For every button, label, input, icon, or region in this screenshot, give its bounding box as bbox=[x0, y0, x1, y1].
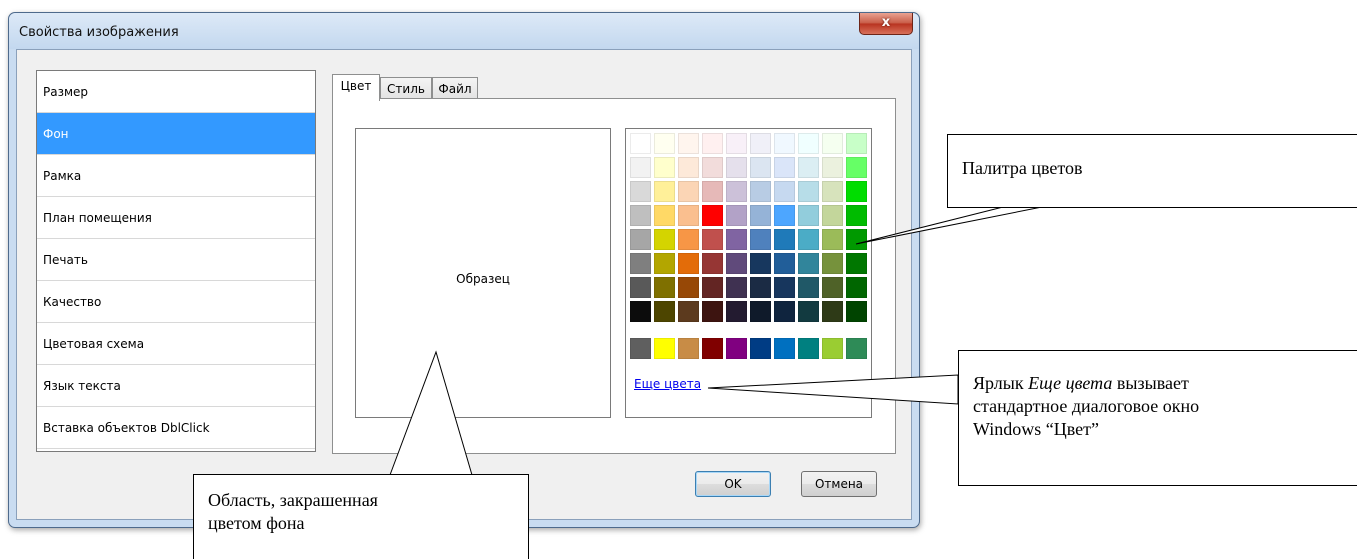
sample-area-callout-line: Область, закрашенная bbox=[208, 490, 378, 510]
palette-callout-pointer bbox=[855, 205, 1048, 245]
sample-area-callout: Область, закрашенная цветом фона bbox=[193, 474, 529, 559]
tab-color[interactable]: Цвет bbox=[332, 74, 380, 101]
more-colors-callout-text: Ярлык Еще цвета вызывает стандартное диа… bbox=[973, 372, 1199, 441]
more-colors-callout-emphasis: Еще цвета bbox=[1028, 373, 1113, 393]
more-colors-callout-pointer bbox=[707, 374, 959, 405]
palette-callout-text: Палитра цветов bbox=[962, 158, 1083, 178]
sample-area-callout-text: Область, закрашенная цветом фона bbox=[208, 489, 378, 535]
more-colors-callout-line: стандартное диалоговое окно bbox=[973, 396, 1200, 416]
more-colors-callout-part: вызывает bbox=[1112, 373, 1189, 393]
more-colors-callout: Ярлык Еще цвета вызывает стандартное диа… bbox=[958, 350, 1357, 486]
sample-area-callout-line: цветом фона bbox=[208, 513, 305, 533]
sample-area-callout-pointer bbox=[389, 350, 473, 476]
more-colors-callout-line: Windows “Цвет” bbox=[973, 419, 1099, 439]
palette-callout: Палитра цветов bbox=[947, 134, 1357, 208]
more-colors-callout-part: Ярлык bbox=[973, 373, 1029, 393]
